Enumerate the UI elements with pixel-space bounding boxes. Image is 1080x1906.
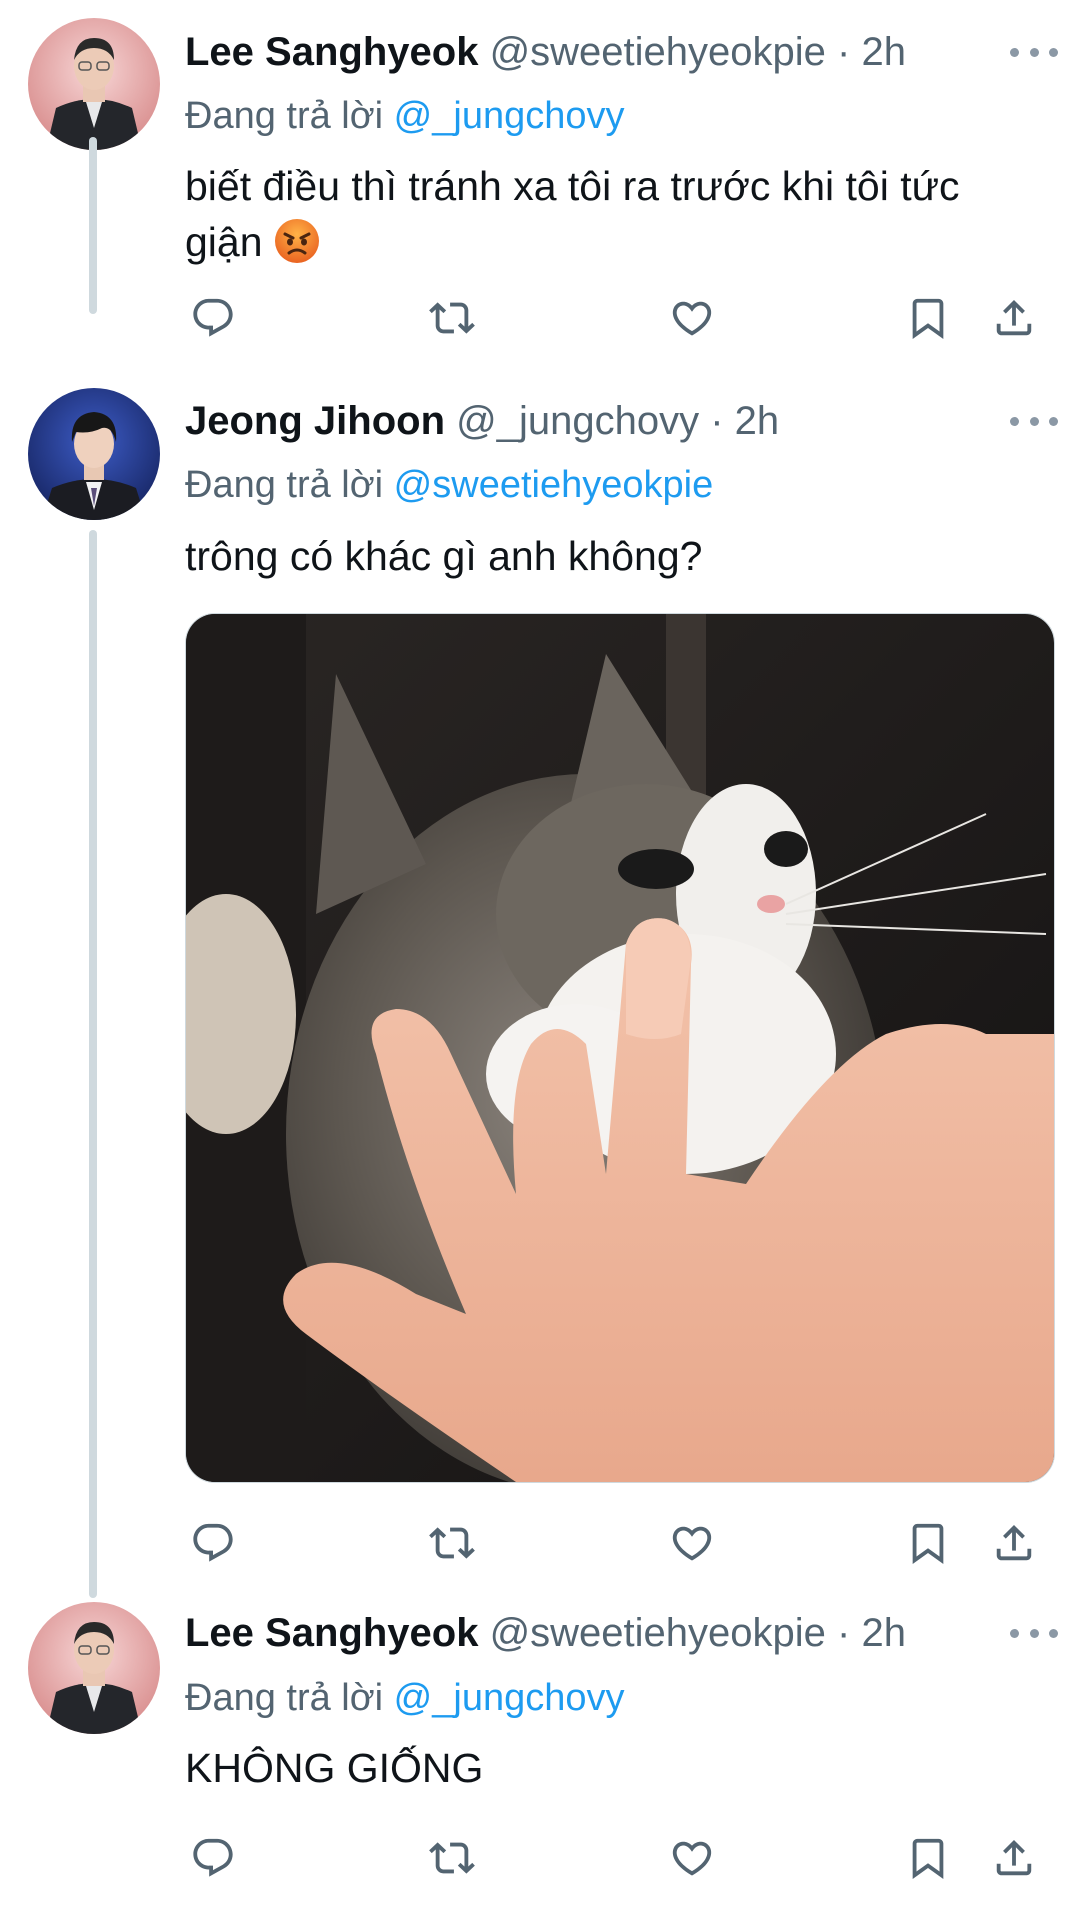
tweet-text-content: trông có khác gì anh không? (185, 533, 703, 579)
avatar-image (28, 18, 160, 150)
reply-context: Đang trả lời @_jungchovy (185, 93, 625, 139)
author-handle[interactable]: @sweetiehyeokpie (490, 30, 826, 74)
reply-to-link[interactable]: @_jungchovy (394, 95, 625, 137)
separator-dot: · (837, 30, 851, 74)
more-icon[interactable] (1010, 409, 1058, 433)
tweet-text: biết điều thì tránh xa tôi ra trước khi … (185, 158, 1025, 278)
angry-face-emoji (274, 218, 320, 278)
tweet-text: KHÔNG GIỐNG (185, 1740, 1025, 1796)
reply-prefix: Đang trả lời (185, 464, 384, 506)
retweet-icon[interactable] (424, 290, 480, 346)
thread-line (89, 530, 97, 1598)
reply-to-link[interactable]: @sweetiehyeokpie (394, 464, 714, 506)
tweet-actions (0, 1830, 1080, 1886)
reply-prefix: Đang trả lời (185, 95, 384, 137)
timestamp[interactable]: 2h (862, 1611, 907, 1655)
separator-dot: · (837, 1611, 851, 1655)
timestamp[interactable]: 2h (862, 30, 907, 74)
bookmark-icon[interactable] (900, 1515, 956, 1571)
retweet-icon[interactable] (424, 1515, 480, 1571)
more-icon[interactable] (1010, 40, 1058, 64)
avatar-image (28, 1602, 160, 1734)
tweet-header: Lee Sanghyeok @sweetiehyeokpie · 2h (185, 28, 906, 76)
author-name[interactable]: Jeong Jihoon (185, 399, 445, 443)
avatar[interactable] (28, 388, 160, 520)
kitten-biting-finger-photo[interactable] (185, 613, 1055, 1483)
tweet-header: Jeong Jihoon @_jungchovy · 2h (185, 397, 779, 445)
heart-icon[interactable] (664, 1830, 720, 1886)
tweet-text-content: KHÔNG GIỐNG (185, 1745, 484, 1791)
share-icon[interactable] (986, 290, 1042, 346)
retweet-icon[interactable] (424, 1830, 480, 1886)
share-icon[interactable] (986, 1515, 1042, 1571)
tweet-text: trông có khác gì anh không? (185, 528, 1025, 584)
tweet-actions (0, 1515, 1080, 1571)
heart-icon[interactable] (664, 290, 720, 346)
reply-prefix: Đang trả lời (185, 1677, 384, 1719)
reply-context: Đang trả lời @sweetiehyeokpie (185, 462, 713, 508)
avatar[interactable] (28, 1602, 160, 1734)
author-handle[interactable]: @sweetiehyeokpie (490, 1611, 826, 1655)
separator-dot: · (710, 399, 724, 443)
bookmark-icon[interactable] (900, 290, 956, 346)
tweet-actions (0, 290, 1080, 346)
tweet-header: Lee Sanghyeok @sweetiehyeokpie · 2h (185, 1609, 906, 1657)
reply-context: Đang trả lời @_jungchovy (185, 1675, 625, 1721)
author-handle[interactable]: @_jungchovy (456, 399, 699, 443)
heart-icon[interactable] (664, 1515, 720, 1571)
reply-icon[interactable] (185, 290, 241, 346)
thread-line (89, 137, 97, 314)
more-icon[interactable] (1010, 1621, 1058, 1645)
avatar[interactable] (28, 18, 160, 150)
reply-icon[interactable] (185, 1515, 241, 1571)
avatar-image (28, 388, 160, 520)
reply-to-link[interactable]: @_jungchovy (394, 1677, 625, 1719)
share-icon[interactable] (986, 1830, 1042, 1886)
timestamp[interactable]: 2h (735, 399, 780, 443)
author-name[interactable]: Lee Sanghyeok (185, 30, 478, 74)
media-image (186, 614, 1054, 1482)
bookmark-icon[interactable] (900, 1830, 956, 1886)
reply-icon[interactable] (185, 1830, 241, 1886)
author-name[interactable]: Lee Sanghyeok (185, 1611, 478, 1655)
